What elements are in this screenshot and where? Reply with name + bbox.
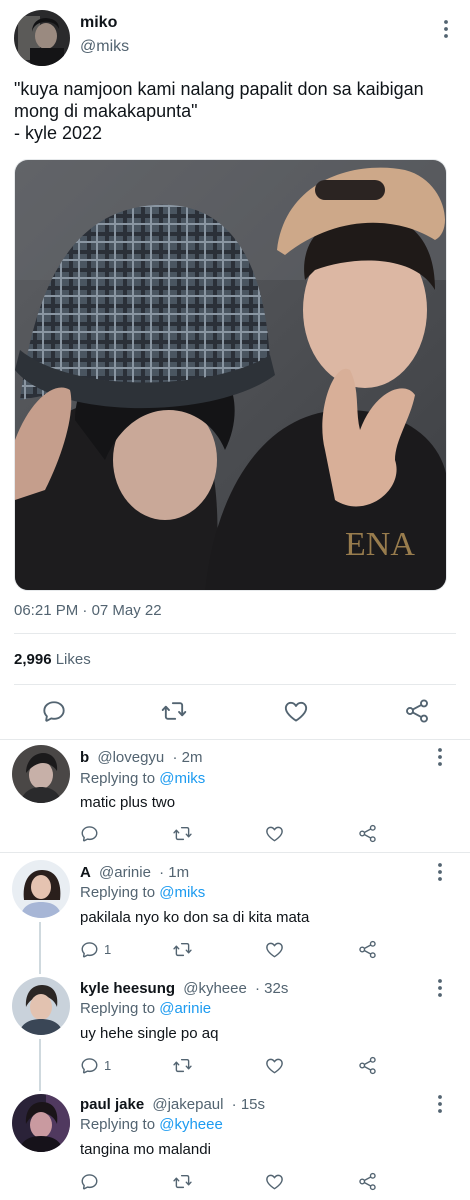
- divider: [0, 739, 470, 740]
- tweet-timestamp[interactable]: 06:21 PM · 07 May 22: [14, 602, 162, 619]
- reply-text: matic plus two: [80, 794, 176, 811]
- share-icon[interactable]: [403, 697, 431, 725]
- reply-header: paul jake @jakepaul · 15s: [80, 1096, 265, 1113]
- divider: [0, 852, 470, 853]
- share-icon[interactable]: [357, 822, 378, 844]
- replying-to: Replying to @miks: [80, 884, 205, 901]
- replying-to: Replying to @miks: [80, 770, 205, 787]
- reply-author-handle[interactable]: @jakepaul: [152, 1096, 223, 1113]
- replying-to-mention[interactable]: @miks: [159, 770, 205, 787]
- reply-count: 1: [104, 1057, 112, 1073]
- share-icon[interactable]: [357, 1054, 378, 1076]
- reply-author-name[interactable]: b: [80, 749, 89, 766]
- reply-author-name[interactable]: paul jake: [80, 1096, 144, 1113]
- thread-line: [39, 922, 41, 974]
- share-icon[interactable]: [357, 938, 378, 960]
- author-avatar[interactable]: [14, 10, 70, 66]
- more-icon[interactable]: [430, 976, 450, 1000]
- heart-icon[interactable]: [264, 1170, 285, 1192]
- svg-text:ENA: ENA: [345, 526, 415, 563]
- reply-author-handle[interactable]: @lovegyu: [97, 749, 164, 766]
- reply-header: kyle heesung @kyheee · 32s: [80, 980, 288, 997]
- replying-to: Replying to @arinie: [80, 1000, 211, 1017]
- replying-to-mention[interactable]: @kyheee: [159, 1116, 223, 1133]
- reply-time: · 1m: [159, 864, 190, 881]
- reply-avatar[interactable]: [12, 977, 70, 1035]
- reply-icon[interactable]: 1: [79, 938, 111, 960]
- replying-to-label: Replying to: [80, 1116, 156, 1133]
- divider: [14, 633, 456, 634]
- retweet-icon[interactable]: [172, 938, 193, 960]
- replying-to-label: Replying to: [80, 1000, 156, 1017]
- tweet-photo[interactable]: ENA: [14, 159, 447, 591]
- reply-count: 1: [104, 941, 112, 957]
- replying-to-label: Replying to: [80, 770, 156, 787]
- retweet-icon[interactable]: [160, 697, 188, 725]
- replying-to-mention[interactable]: @arinie: [159, 1000, 211, 1017]
- reply-author-name[interactable]: kyle heesung: [80, 980, 175, 997]
- heart-icon[interactable]: [264, 1054, 285, 1076]
- thread-line: [39, 1039, 41, 1091]
- divider: [14, 684, 456, 685]
- reply-icon[interactable]: [40, 697, 68, 725]
- tweet-text: "kuya namjoon kami nalang papalit don sa…: [14, 79, 424, 143]
- retweet-icon[interactable]: [172, 822, 193, 844]
- reply-author-handle[interactable]: @kyheee: [183, 980, 247, 997]
- retweet-icon[interactable]: [172, 1054, 193, 1076]
- tweet-time: 06:21 PM: [14, 602, 79, 619]
- reply-time: · 15s: [231, 1096, 266, 1113]
- reply-avatar[interactable]: [12, 1094, 70, 1152]
- reply-header: b @lovegyu · 2m: [80, 749, 202, 766]
- reply-author-handle[interactable]: @arinie: [99, 864, 151, 881]
- reply-text: uy hehe single po aq: [80, 1025, 219, 1042]
- likes-count[interactable]: 2,996 Likes: [14, 651, 91, 668]
- reply-time: · 2m: [172, 749, 203, 766]
- reply-icon[interactable]: [79, 1170, 104, 1192]
- tweet-date: 07 May 22: [91, 602, 162, 619]
- more-icon[interactable]: [430, 860, 450, 884]
- likes-number: 2,996: [14, 651, 52, 668]
- heart-icon[interactable]: [282, 697, 310, 725]
- reply-avatar[interactable]: [12, 860, 70, 918]
- author-handle[interactable]: @miks: [80, 38, 129, 56]
- reply-icon[interactable]: 1: [79, 1054, 111, 1076]
- reply-text: tangina mo malandi: [80, 1141, 211, 1158]
- retweet-icon[interactable]: [172, 1170, 193, 1192]
- replying-to-label: Replying to: [80, 884, 156, 901]
- replying-to-mention[interactable]: @miks: [159, 884, 205, 901]
- reply-header: A @arinie · 1m: [80, 864, 189, 881]
- reply-avatar[interactable]: [12, 745, 70, 803]
- share-icon[interactable]: [357, 1170, 378, 1192]
- more-icon[interactable]: [430, 1092, 450, 1116]
- timestamp-separator: ·: [82, 602, 88, 619]
- reply-author-name[interactable]: A: [80, 864, 91, 881]
- more-icon[interactable]: [436, 17, 456, 41]
- author-name[interactable]: miko: [80, 14, 117, 32]
- more-icon[interactable]: [430, 745, 450, 769]
- reply-text: pakilala nyo ko don sa di kita mata: [80, 909, 310, 926]
- likes-label: Likes: [55, 651, 91, 668]
- heart-icon[interactable]: [264, 822, 285, 844]
- heart-icon[interactable]: [264, 938, 285, 960]
- replying-to: Replying to @kyheee: [80, 1116, 223, 1133]
- reply-icon[interactable]: [79, 822, 104, 844]
- reply-time: · 32s: [255, 980, 289, 997]
